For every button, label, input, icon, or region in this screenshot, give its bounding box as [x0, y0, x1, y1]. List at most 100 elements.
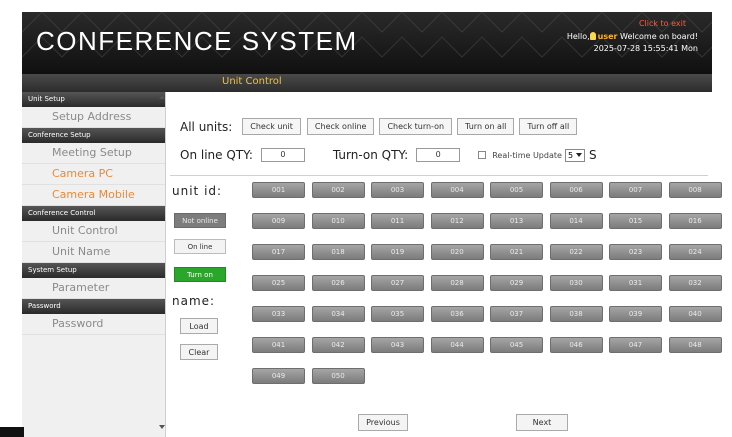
realtime-update-label: Real-time Update	[492, 150, 562, 160]
unit-button[interactable]: 033	[252, 306, 305, 322]
unit-button[interactable]: 024	[668, 244, 722, 260]
unit-button[interactable]: 034	[311, 306, 365, 322]
sidebar: Unit Setup Setup Address Conference Setu…	[22, 92, 166, 437]
sidebar-group-unit-setup[interactable]: Unit Setup	[22, 92, 165, 107]
turnon-qty-field[interactable]: 0	[416, 148, 461, 162]
unit-button[interactable]: 003	[371, 182, 424, 198]
unit-button[interactable]: 021	[490, 244, 543, 260]
unit-id-label: unit id:	[172, 184, 223, 198]
turn-off-all-button[interactable]: Turn off all	[519, 118, 578, 135]
unit-button[interactable]: 046	[549, 337, 603, 353]
divider	[170, 175, 708, 176]
unit-button[interactable]: 011	[371, 213, 424, 229]
unit-button[interactable]: 019	[371, 244, 424, 260]
unit-button[interactable]: 038	[549, 306, 603, 322]
interval-value: 5	[567, 150, 574, 160]
unit-button[interactable]: 037	[490, 306, 543, 322]
unit-button[interactable]: 032	[668, 275, 722, 291]
interval-select[interactable]: 5	[564, 148, 586, 162]
check-turn-on-button[interactable]: Check turn-on	[379, 118, 453, 135]
unit-button[interactable]: 040	[668, 306, 722, 322]
sidebar-group-conference-control[interactable]: Conference Control	[22, 206, 165, 221]
main-panel: All units: Check unit Check online Check…	[166, 92, 722, 437]
unit-button[interactable]: 028	[430, 275, 484, 291]
sidebar-group-password[interactable]: Password	[22, 299, 165, 314]
sidebar-item-password[interactable]: Password	[22, 314, 165, 335]
unit-button[interactable]: 041	[252, 337, 305, 353]
next-button[interactable]: Next	[516, 414, 568, 431]
unit-button[interactable]: 039	[609, 306, 662, 322]
sidebar-group-conference-setup[interactable]: Conference Setup	[22, 128, 165, 143]
unit-button[interactable]: 013	[490, 213, 543, 229]
load-button[interactable]: Load	[180, 318, 218, 334]
sidebar-item-unit-name[interactable]: Unit Name	[22, 242, 165, 263]
unit-button[interactable]: 017	[252, 244, 305, 260]
greeting-prefix: Hello,	[566, 32, 590, 41]
app-window: CONFERENCE SYSTEM Click to exit Hello, us…	[22, 12, 722, 437]
unit-button[interactable]: 025	[252, 275, 305, 291]
unit-button[interactable]: 018	[311, 244, 365, 260]
clear-button[interactable]: Clear	[180, 344, 218, 360]
all-units-row: All units: Check unit Check online Check…	[180, 118, 578, 135]
unit-button[interactable]: 015	[609, 213, 662, 229]
unit-button[interactable]: 044	[430, 337, 484, 353]
greeting-suffix: Welcome on board!	[620, 32, 698, 41]
exit-link[interactable]: Click to exit	[639, 19, 686, 28]
interval-unit: S	[589, 148, 597, 162]
unit-button[interactable]: 002	[311, 182, 365, 198]
unit-button[interactable]: 020	[430, 244, 484, 260]
sidebar-item-setup-address[interactable]: Setup Address	[22, 107, 165, 128]
unit-button[interactable]: 006	[549, 182, 603, 198]
chevron-down-icon	[576, 153, 583, 157]
legend-not-online: Not online	[174, 213, 226, 228]
unit-button[interactable]: 007	[609, 182, 662, 198]
unit-button[interactable]: 010	[311, 213, 365, 229]
unit-grid: 001 002 003 004 005 006 007 008 009 010 011 012 013 0…	[236, 182, 722, 402]
corner-mark	[0, 427, 24, 437]
check-unit-button[interactable]: Check unit	[242, 118, 301, 135]
sidebar-item-parameter[interactable]: Parameter	[22, 278, 165, 299]
legend-turn-on: Turn on	[174, 267, 226, 282]
unit-button[interactable]: 035	[371, 306, 424, 322]
unit-button[interactable]: 036	[430, 306, 484, 322]
sidebar-item-meeting-setup[interactable]: Meeting Setup	[22, 143, 165, 164]
unit-button[interactable]: 016	[668, 213, 722, 229]
unit-button[interactable]: 023	[609, 244, 662, 260]
sidebar-item-camera-pc[interactable]: Camera PC	[22, 164, 165, 185]
unit-button[interactable]: 004	[430, 182, 484, 198]
previous-button[interactable]: Previous	[358, 414, 408, 431]
unit-button[interactable]: 005	[490, 182, 543, 198]
turn-on-all-button[interactable]: Turn on all	[457, 118, 515, 135]
unit-button[interactable]: 022	[549, 244, 603, 260]
unit-button[interactable]: 009	[252, 213, 305, 229]
greeting: Hello, user Welcome on board!	[567, 32, 698, 41]
sidebar-group-system-setup[interactable]: System Setup	[22, 263, 165, 278]
unit-button[interactable]: 027	[371, 275, 424, 291]
unit-button[interactable]: 008	[668, 182, 722, 198]
unit-button[interactable]: 001	[252, 182, 305, 198]
legend-on-line: On line	[174, 239, 226, 254]
realtime-update-checkbox[interactable]	[478, 151, 487, 159]
sidebar-item-camera-mobile[interactable]: Camera Mobile	[22, 185, 165, 206]
unit-button[interactable]: 050	[311, 368, 365, 384]
unit-button[interactable]: 026	[311, 275, 365, 291]
unit-button[interactable]: 047	[609, 337, 662, 353]
unit-button[interactable]: 045	[490, 337, 543, 353]
user-icon	[589, 32, 596, 40]
scroll-up-icon[interactable]	[159, 95, 165, 99]
unit-button[interactable]: 031	[609, 275, 662, 291]
unit-button[interactable]: 048	[668, 337, 722, 353]
app-title: CONFERENCE SYSTEM	[36, 26, 358, 56]
qty-row: On line QTY: 0 Turn-on QTY: 0 Real-time …	[180, 148, 597, 162]
online-qty-field[interactable]: 0	[260, 148, 305, 162]
unit-button[interactable]: 012	[430, 213, 484, 229]
scroll-down-icon[interactable]	[159, 425, 165, 429]
unit-button[interactable]: 043	[371, 337, 424, 353]
sidebar-item-unit-control[interactable]: Unit Control	[22, 221, 165, 242]
unit-button[interactable]: 049	[252, 368, 305, 384]
check-online-button[interactable]: Check online	[306, 118, 375, 135]
unit-button[interactable]: 030	[549, 275, 603, 291]
unit-button[interactable]: 029	[490, 275, 543, 291]
unit-button[interactable]: 042	[311, 337, 365, 353]
unit-button[interactable]: 014	[549, 213, 603, 229]
